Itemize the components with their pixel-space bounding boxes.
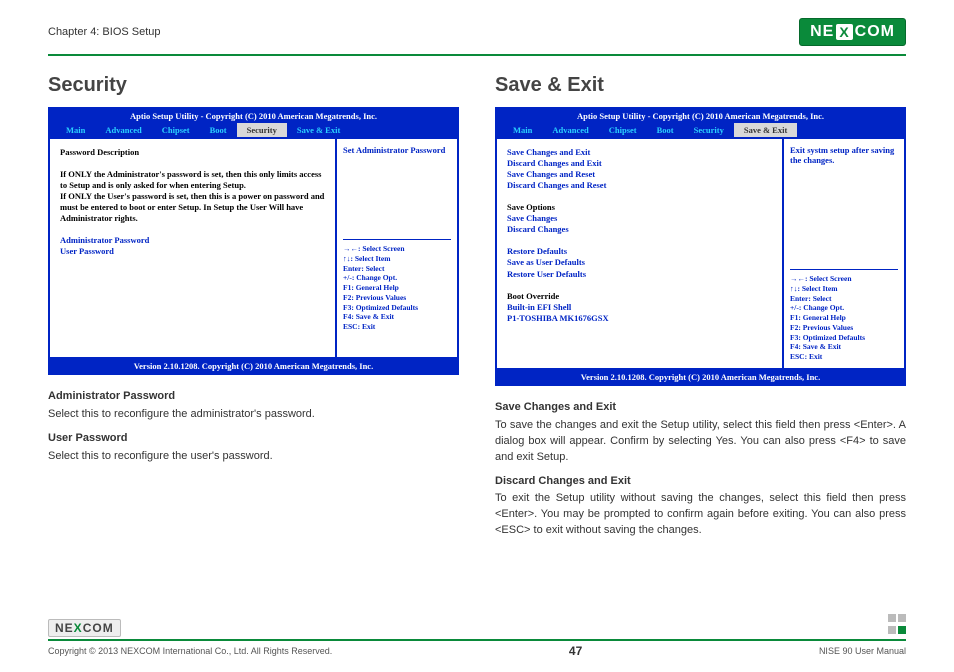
page-footer: NEXCOM Copyright © 2013 NEXCOM Internati… [48,613,906,658]
tab-security[interactable]: Security [237,123,287,137]
key-hint: ESC: Exit [343,322,451,332]
bios-footer: Version 2.10.1208. Copyright (C) 2010 Am… [497,370,904,384]
discard-changes-item[interactable]: Discard Changes [507,224,772,235]
user-pwd-item[interactable]: User Password [60,246,325,257]
help-text: Set Administrator Password [343,145,451,155]
tab-boot[interactable]: Boot [647,123,684,137]
disk-item[interactable]: P1-TOSHIBA MK1676GSX [507,313,772,324]
bios-title: Aptio Setup Utility - Copyright (C) 2010… [50,109,457,123]
save-user-defaults-item[interactable]: Save as User Defaults [507,257,772,268]
save-exit-heading: Save & Exit [495,74,906,97]
tab-boot[interactable]: Boot [200,123,237,137]
security-description: Administrator Password Select this to re… [48,389,459,465]
efi-shell-item[interactable]: Built-in EFI Shell [507,302,772,313]
pwd-desc-1: If ONLY the Administrator's password is … [60,169,325,191]
restore-defaults-item[interactable]: Restore Defaults [507,246,772,257]
tab-advanced[interactable]: Advanced [95,123,151,137]
copyright-text: Copyright © 2013 NEXCOM International Co… [48,646,332,656]
restore-user-defaults-item[interactable]: Restore User Defaults [507,269,772,280]
save-reset-item[interactable]: Save Changes and Reset [507,169,772,180]
key-hint: →←: Select Screen [343,244,451,254]
key-hint: F3: Optimized Defaults [790,333,898,343]
tab-advanced[interactable]: Advanced [542,123,598,137]
save-options-heading: Save Options [507,202,772,213]
chapter-label: Chapter 4: BIOS Setup [48,26,161,38]
key-hint: F2: Previous Values [343,293,451,303]
bios-save-exit-panel: Aptio Setup Utility - Copyright (C) 2010… [495,107,906,386]
pwd-desc-2: If ONLY the User's password is set, then… [60,191,325,224]
admin-pwd-item[interactable]: Administrator Password [60,235,325,246]
key-hint: +/-: Change Opt. [343,273,451,283]
admin-pwd-heading: Administrator Password [48,389,459,405]
key-hint: Enter: Select [343,264,451,274]
save-exit-desc-text: To save the changes and exit the Setup u… [495,418,906,466]
key-hint: F1: General Help [790,313,898,323]
key-hint: ↑↓: Select Item [343,254,451,264]
key-hint: ↑↓: Select Item [790,284,898,294]
bios-footer: Version 2.10.1208. Copyright (C) 2010 Am… [50,359,457,373]
save-exit-description: Save Changes and Exit To save the change… [495,400,906,540]
footer-logo: NEXCOM [48,619,121,637]
discard-exit-desc-text: To exit the Setup utility without saving… [495,491,906,539]
manual-name: NISE 90 User Manual [819,646,906,656]
tab-main[interactable]: Main [503,123,542,137]
tab-chipset[interactable]: Chipset [599,123,647,137]
key-hint: ESC: Exit [790,352,898,362]
security-column: Security Aptio Setup Utility - Copyright… [48,74,459,539]
boot-override-heading: Boot Override [507,291,772,302]
key-hint: F3: Optimized Defaults [343,303,451,313]
save-exit-item[interactable]: Save Changes and Exit [507,147,772,158]
tab-security[interactable]: Security [684,123,734,137]
security-heading: Security [48,74,459,97]
save-exit-desc-heading: Save Changes and Exit [495,400,906,416]
tab-save-exit[interactable]: Save & Exit [734,123,797,137]
bios-right-pane: Exit systm setup after saving the change… [784,139,904,368]
tab-chipset[interactable]: Chipset [152,123,200,137]
header-rule [48,54,906,56]
page-header: Chapter 4: BIOS Setup NEXCOM [48,18,906,50]
key-hint: +/-: Change Opt. [790,303,898,313]
bios-tabs: Main Advanced Chipset Boot Security Save… [497,123,904,137]
bios-title: Aptio Setup Utility - Copyright (C) 2010… [497,109,904,123]
user-pwd-heading: User Password [48,431,459,447]
discard-exit-desc-heading: Discard Changes and Exit [495,474,906,490]
discard-exit-item[interactable]: Discard Changes and Exit [507,158,772,169]
user-pwd-text: Select this to reconfigure the user's pa… [48,449,459,465]
bios-tabs: Main Advanced Chipset Boot Security Save… [50,123,457,137]
discard-reset-item[interactable]: Discard Changes and Reset [507,180,772,191]
page-number: 47 [569,644,582,658]
key-hint: F4: Save & Exit [790,342,898,352]
key-hint: F2: Previous Values [790,323,898,333]
brand-logo: NEXCOM [799,18,906,46]
key-hint: →←: Select Screen [790,274,898,284]
key-hint: F1: General Help [343,283,451,293]
help-text: Exit systm setup after saving the change… [790,145,898,165]
bios-security-panel: Aptio Setup Utility - Copyright (C) 2010… [48,107,459,375]
bios-right-pane: Set Administrator Password →←: Select Sc… [337,139,457,357]
bios-left-pane: Password Description If ONLY the Adminis… [50,139,337,357]
key-hint: F4: Save & Exit [343,312,451,322]
pwd-desc-heading: Password Description [60,147,325,158]
admin-pwd-text: Select this to reconfigure the administr… [48,407,459,423]
tab-main[interactable]: Main [56,123,95,137]
save-exit-column: Save & Exit Aptio Setup Utility - Copyri… [495,74,906,539]
save-changes-item[interactable]: Save Changes [507,213,772,224]
tab-save-exit[interactable]: Save & Exit [287,123,350,137]
key-hint: Enter: Select [790,294,898,304]
bios-left-pane: Save Changes and Exit Discard Changes an… [497,139,784,368]
